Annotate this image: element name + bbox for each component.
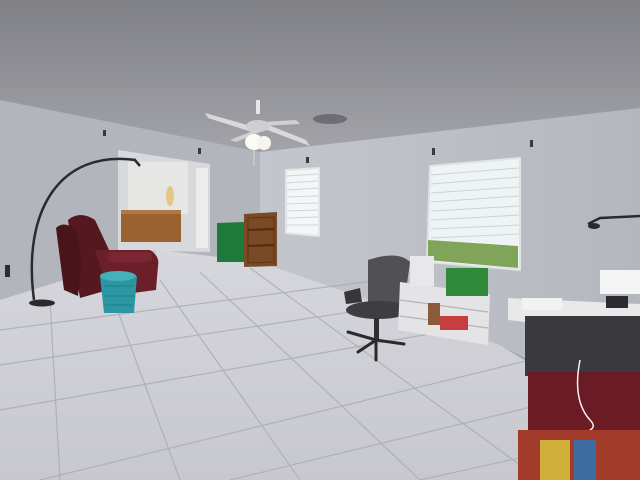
teal-ottoman — [100, 271, 137, 313]
room-illustration — [0, 0, 640, 480]
hallway-dresser-top — [121, 210, 181, 214]
hallway-door — [196, 168, 208, 248]
printer-cabinet — [518, 316, 640, 480]
wood-bookcase — [244, 212, 277, 267]
hallway-lamp — [166, 186, 174, 206]
hallway-dresser — [121, 212, 181, 242]
room-photo — [0, 0, 640, 480]
wall-outlet — [5, 265, 10, 277]
ceiling-vent — [313, 114, 347, 124]
window-left — [285, 166, 320, 238]
window-right — [425, 156, 521, 272]
lamp-base — [29, 299, 55, 307]
green-cabinet — [217, 222, 245, 262]
hallway-back-wall — [128, 162, 188, 214]
